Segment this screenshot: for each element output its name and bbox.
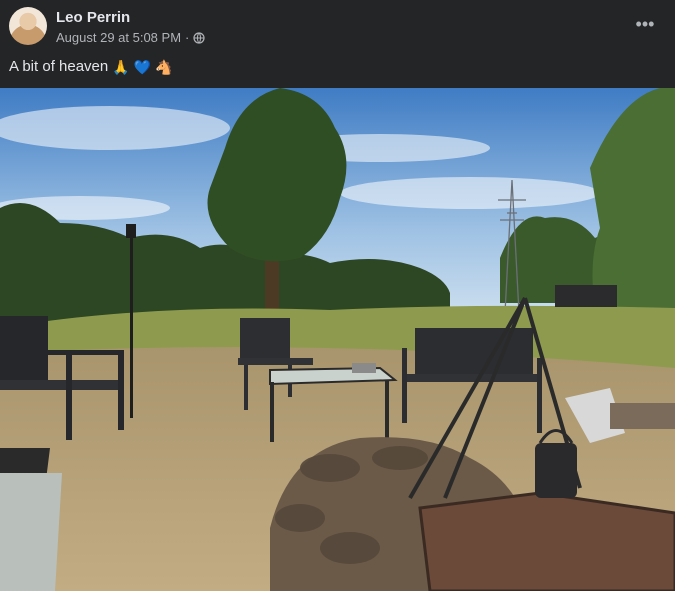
post-meta: August 29 at 5:08 PM · xyxy=(56,30,205,45)
praying-hands-emoji: 🙏 xyxy=(112,58,130,75)
blue-heart-emoji: 💙 xyxy=(133,58,152,75)
post-timestamp[interactable]: August 29 at 5:08 PM xyxy=(56,30,181,45)
log xyxy=(610,403,675,429)
globe-icon[interactable] xyxy=(193,31,205,44)
post-caption: A bit of heaven xyxy=(9,58,109,75)
foreground-table xyxy=(0,473,62,591)
more-horizontal-icon[interactable]: ••• xyxy=(633,14,657,38)
photo-illustration xyxy=(0,88,675,591)
post-photo[interactable] xyxy=(0,88,675,591)
lamp-pole xyxy=(130,228,133,418)
avatar[interactable] xyxy=(9,7,47,45)
fire-pit-grill xyxy=(418,491,675,591)
horse-emoji: 🐴 xyxy=(155,58,173,75)
shed xyxy=(555,285,617,307)
post-header: Leo Perrin August 29 at 5:08 PM · ••• xyxy=(0,0,675,52)
author-name[interactable]: Leo Perrin xyxy=(56,9,130,26)
meta-separator: · xyxy=(185,30,190,45)
post-text: A bit of heaven 🙏 💙 🐴 xyxy=(9,58,173,75)
